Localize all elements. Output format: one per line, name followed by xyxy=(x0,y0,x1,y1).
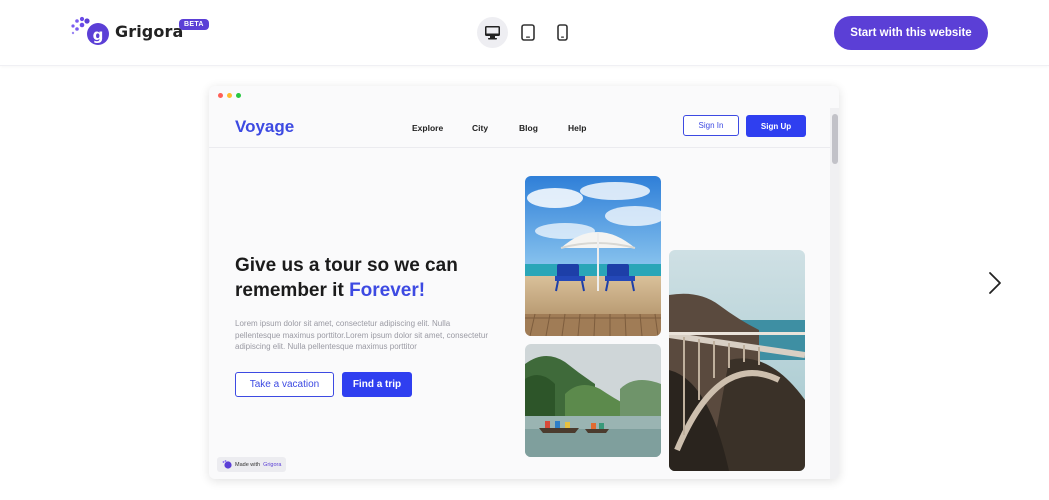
made-with-label: Made with xyxy=(235,461,261,468)
window-controls xyxy=(218,93,241,98)
sign-up-button[interactable]: Sign Up xyxy=(746,115,806,137)
preview-scrollbar-thumb[interactable] xyxy=(832,114,838,164)
desktop-icon xyxy=(485,26,500,40)
grigora-logo-icon: g xyxy=(70,16,110,46)
brand-name: Grigora xyxy=(115,21,184,41)
device-switcher xyxy=(477,17,578,48)
hero-headline: Give us a tour so we can remember it For… xyxy=(235,253,485,303)
nav-link-city[interactable]: City xyxy=(472,123,488,133)
coastal-bridge-photo xyxy=(669,250,805,471)
sign-in-button[interactable]: Sign In xyxy=(683,115,739,136)
window-minimize-dot xyxy=(227,93,232,98)
find-trip-button[interactable]: Find a trip xyxy=(342,372,412,397)
chevron-right-icon xyxy=(989,272,1001,294)
tablet-icon xyxy=(520,24,535,41)
beach-umbrella-photo xyxy=(525,176,661,336)
nav-link-explore[interactable]: Explore xyxy=(412,123,443,133)
mobile-view-button[interactable] xyxy=(547,17,578,48)
grigora-small-icon xyxy=(222,460,232,469)
hero-headline-accent: Forever! xyxy=(349,280,426,301)
tablet-view-button[interactable] xyxy=(512,17,543,48)
site-navbar: Voyage Explore City Blog Help Sign In Si… xyxy=(209,108,830,148)
take-vacation-button[interactable]: Take a vacation xyxy=(235,372,334,397)
nav-link-blog[interactable]: Blog xyxy=(519,123,538,133)
lake-boat-photo xyxy=(525,344,661,457)
site-brand[interactable]: Voyage xyxy=(235,117,294,137)
window-maximize-dot xyxy=(236,93,241,98)
nav-link-help[interactable]: Help xyxy=(568,123,586,133)
hero-description: Lorem ipsum dolor sit amet, consectetur … xyxy=(235,319,489,351)
made-with-brand: Grigora xyxy=(263,461,282,468)
website-preview-frame: Voyage Explore City Blog Help Sign In Si… xyxy=(209,86,839,479)
made-with-grigora-badge[interactable]: Made with Grigora xyxy=(217,457,287,472)
beta-badge: BETA xyxy=(179,19,209,30)
desktop-view-button[interactable] xyxy=(477,17,508,48)
mobile-icon xyxy=(557,24,568,41)
grigora-logo[interactable]: g Grigora xyxy=(70,16,183,46)
next-template-button[interactable] xyxy=(984,270,1006,296)
window-close-dot xyxy=(218,93,223,98)
start-with-website-button[interactable]: Start with this website xyxy=(834,16,988,50)
svg-text:g: g xyxy=(93,26,104,44)
top-bar: g Grigora BETA Start with this website xyxy=(0,0,1049,66)
